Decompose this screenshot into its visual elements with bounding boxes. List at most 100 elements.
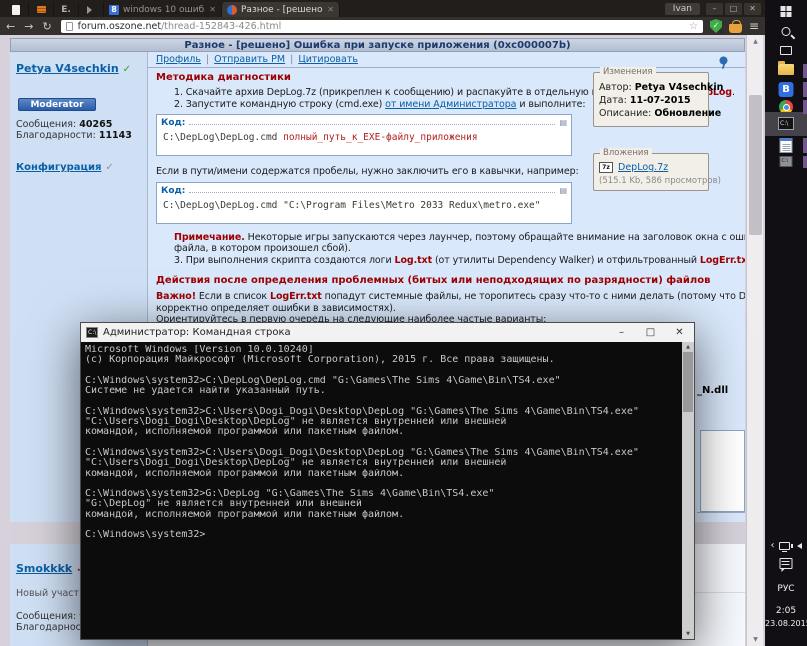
thanks-count: 11143 bbox=[99, 130, 132, 141]
tab-favicon bbox=[227, 5, 237, 15]
console-line: C:\Windows\system32>C:\DepLog\DepLog.cmd… bbox=[85, 376, 694, 386]
adguard-extension-icon[interactable]: ✓ bbox=[710, 19, 722, 33]
console-line: командой, исполняемой программой или пак… bbox=[85, 469, 694, 479]
e-site-icon: E. bbox=[61, 5, 71, 15]
pinned-tab-document[interactable] bbox=[4, 2, 29, 17]
notepad-icon[interactable] bbox=[780, 138, 793, 153]
tab-title: windows 10 ошибка при bbox=[123, 5, 205, 15]
minimize-button[interactable]: – bbox=[706, 3, 723, 15]
address-bar[interactable]: forum.oszone.net /thread-152843-426.html… bbox=[61, 20, 703, 33]
task-view-icon[interactable] bbox=[780, 46, 792, 55]
user-link[interactable]: Smokkkk bbox=[16, 562, 72, 575]
tab-thread-active[interactable]: Разное - [решено] Ошиб ✕ bbox=[222, 2, 340, 17]
divider-fragment bbox=[688, 592, 745, 593]
cmd-maximize-button[interactable]: □ bbox=[636, 323, 665, 342]
cmd-taskbar-icon[interactable]: C:\ bbox=[778, 117, 794, 130]
separator: | bbox=[206, 54, 209, 65]
speaker-icon bbox=[87, 6, 96, 14]
run-as-admin-link[interactable]: от имени Администратора bbox=[385, 99, 516, 110]
edits-legend: Изменения bbox=[600, 67, 656, 77]
console-line: C:\Windows\system32>C:\Users\Dogi_Dogi\D… bbox=[85, 407, 694, 417]
tab-favicon: 8 bbox=[109, 5, 119, 15]
browser-profile-button[interactable]: Ivan bbox=[665, 3, 700, 15]
attachment-link[interactable]: DepLog.7z bbox=[618, 162, 668, 173]
code-block-2: Код: ▤ C:\DepLog\DepLog.cmd "C:\Program … bbox=[156, 182, 572, 224]
tab-close-icon[interactable]: ✕ bbox=[327, 5, 334, 14]
cmd-window-controls: – □ ✕ bbox=[607, 323, 694, 342]
tray-icons-row: ‹ bbox=[765, 541, 807, 551]
quote-link[interactable]: Цитировать bbox=[298, 54, 358, 65]
select-code-icon[interactable]: ▤ bbox=[559, 186, 567, 195]
basket-icon bbox=[729, 24, 742, 33]
important-line-1: Важно! Если в список LogErr.txt попадут … bbox=[148, 291, 745, 303]
note-line-1: Примечание. Некоторые игры запускаются ч… bbox=[148, 232, 745, 244]
scroll-down-icon[interactable]: ▼ bbox=[747, 636, 764, 643]
console-line: C:\Windows\system32> bbox=[85, 530, 694, 540]
dll-text-fragment: _N.dll bbox=[697, 385, 728, 396]
language-indicator[interactable]: РУС bbox=[765, 584, 807, 594]
search-icon[interactable] bbox=[782, 27, 791, 36]
scroll-up-icon[interactable]: ▲ bbox=[682, 344, 694, 350]
cmd-secondary-icon[interactable]: C:\ bbox=[780, 156, 793, 167]
list-item-3: 3. При выполнения скрипта создаются логи… bbox=[148, 255, 745, 267]
hidden-icons-chevron[interactable]: ‹ bbox=[771, 541, 775, 551]
back-icon[interactable]: ← bbox=[6, 21, 15, 32]
console-line bbox=[85, 479, 694, 489]
profile-link[interactable]: Профиль bbox=[156, 54, 201, 65]
cmd-close-button[interactable]: ✕ bbox=[665, 323, 694, 342]
config-check-icon: ✓ bbox=[105, 162, 113, 173]
console-line bbox=[85, 396, 694, 406]
scroll-down-icon[interactable]: ▼ bbox=[682, 631, 694, 637]
action-center-icon[interactable] bbox=[780, 558, 793, 569]
forward-icon[interactable]: → bbox=[24, 21, 33, 32]
volume-icon[interactable] bbox=[794, 543, 802, 549]
cmd-title-bar[interactable]: C:\ Администратор: Командная строка – □ … bbox=[81, 323, 694, 342]
close-button[interactable]: ✕ bbox=[744, 3, 761, 15]
clock-date[interactable]: 23.08.2015 bbox=[765, 619, 807, 628]
console-line: C:\Windows\system32>C:\Users\Dogi_Dogi\D… bbox=[85, 448, 694, 458]
configuration-link[interactable]: Конфигурация bbox=[16, 162, 101, 173]
wallpaper-sliver bbox=[803, 138, 807, 153]
user-link[interactable]: Petya V4sechkin bbox=[16, 62, 119, 75]
browser-menu-icon[interactable]: ≡ bbox=[749, 20, 759, 32]
wallpaper-sliver bbox=[803, 82, 807, 97]
console-scrollbar[interactable]: ▲ ▼ bbox=[682, 342, 694, 639]
url-path: /thread-152843-426.html bbox=[161, 21, 689, 32]
page-scrollbar[interactable]: ▲ ▼ bbox=[746, 35, 763, 646]
clock-time[interactable]: 2:05 bbox=[765, 606, 807, 616]
note-line-2: файла, в котором произошел сбой). bbox=[148, 243, 745, 255]
browser-toolbar: ← → ↻ forum.oszone.net /thread-152843-42… bbox=[0, 17, 765, 35]
send-pm-link[interactable]: Отправить PM bbox=[214, 54, 285, 65]
scroll-up-icon[interactable]: ▲ bbox=[747, 38, 764, 45]
wallpaper-sliver bbox=[803, 100, 807, 114]
console-output[interactable]: Microsoft Windows [Version 10.0.10240] (… bbox=[81, 342, 694, 639]
console-line bbox=[85, 438, 694, 448]
console-line bbox=[85, 366, 694, 376]
pinned-tab-audio[interactable] bbox=[79, 2, 104, 17]
network-icon[interactable] bbox=[779, 542, 790, 550]
reload-icon[interactable]: ↻ bbox=[42, 21, 51, 32]
messages-label: Сообщения: bbox=[16, 119, 76, 130]
tab-windows10-error[interactable]: 8 windows 10 ошибка при ✕ bbox=[104, 2, 222, 17]
restore-button[interactable]: □ bbox=[725, 3, 742, 15]
basket-extension-icon[interactable] bbox=[729, 20, 742, 33]
post-links-row: Профиль | Отправить PM | Цитировать bbox=[148, 52, 745, 68]
pinned-tab-forum[interactable] bbox=[29, 2, 54, 17]
bookmark-star-icon[interactable]: ☆ bbox=[689, 21, 698, 32]
select-code-icon[interactable]: ▤ bbox=[559, 118, 567, 127]
cmd-minimize-button[interactable]: – bbox=[607, 323, 636, 342]
separator: | bbox=[290, 54, 293, 65]
scrollbar-thumb[interactable] bbox=[749, 95, 762, 235]
pushpin-icon[interactable] bbox=[716, 56, 729, 70]
pinned-tab-e[interactable]: E. bbox=[54, 2, 79, 17]
scrollbar-thumb[interactable] bbox=[683, 352, 693, 412]
tab-close-icon[interactable]: ✕ bbox=[209, 5, 216, 14]
thread-title-bar: Разное - [решено] Ошибка при запуске при… bbox=[10, 38, 745, 52]
file-explorer-icon[interactable] bbox=[778, 64, 794, 75]
start-button[interactable] bbox=[781, 6, 792, 17]
blue-b-app-icon[interactable]: B bbox=[779, 82, 794, 97]
badge-dot bbox=[720, 30, 724, 34]
cmd-window: C:\ Администратор: Командная строка – □ … bbox=[80, 322, 695, 640]
attachments-legend: Вложения bbox=[600, 148, 652, 158]
wallpaper-sliver bbox=[803, 156, 807, 168]
